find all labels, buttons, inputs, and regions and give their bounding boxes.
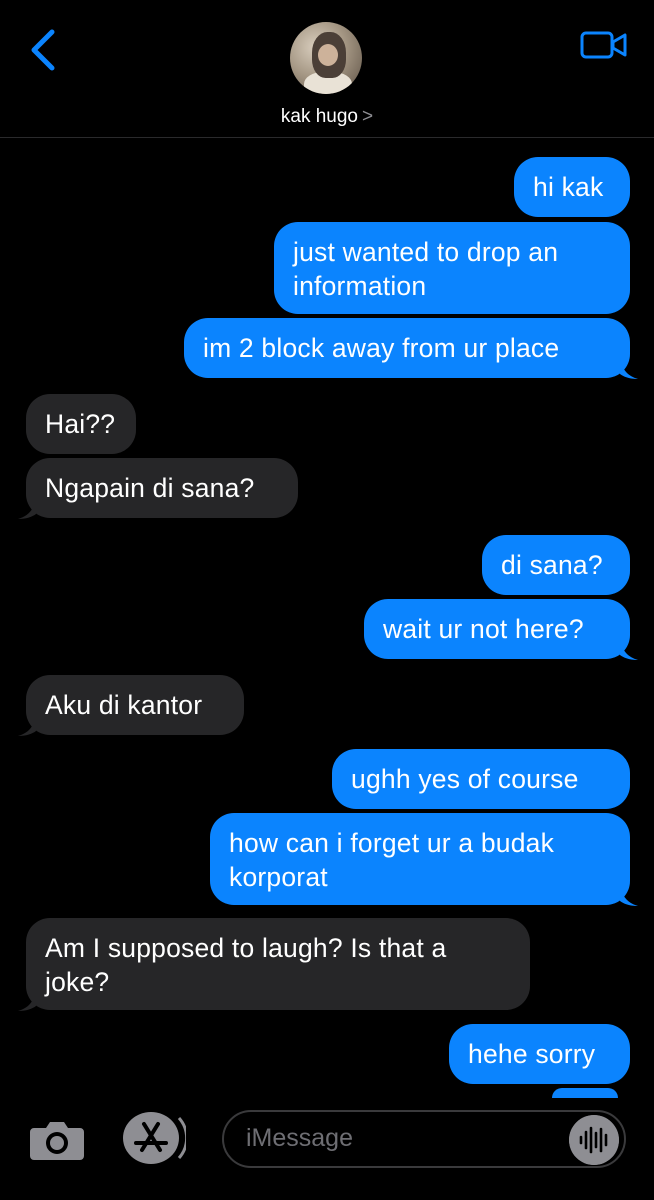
- message-bubble-sent[interactable]: wait ur not here?: [364, 599, 630, 659]
- audio-waveform-icon[interactable]: [569, 1115, 619, 1165]
- bubble-tail: [620, 885, 638, 906]
- message-bubble-sent[interactable]: hi kak: [514, 157, 630, 217]
- message-bubble-sent[interactable]: hehe sorry: [449, 1024, 630, 1084]
- bubble-tail: [18, 990, 36, 1011]
- message-bubble-received[interactable]: Hai??: [26, 394, 136, 454]
- contact-name: kak hugo: [280, 106, 358, 127]
- bubble-tail: [18, 498, 36, 519]
- chevron-right-icon: >: [362, 106, 374, 127]
- chevron-left-icon[interactable]: [26, 28, 66, 72]
- camera-icon[interactable]: [28, 1118, 86, 1162]
- message-bubble-received[interactable]: Ngapain di sana?: [26, 458, 298, 518]
- message-bubble-sent[interactable]: how can i forget ur a budak korporat: [210, 813, 630, 905]
- bubble-tail: [620, 639, 638, 660]
- video-camera-icon[interactable]: [580, 30, 628, 60]
- message-bubble-sent[interactable]: just wanted to drop an information: [274, 222, 630, 314]
- app-store-icon[interactable]: [120, 1110, 186, 1166]
- contact-name-button[interactable]: kak hugo >: [0, 106, 654, 128]
- message-bubble-received[interactable]: Aku di kantor: [26, 675, 244, 735]
- partial-message-bubble: [552, 1088, 618, 1098]
- message-input-placeholder: iMessage: [246, 1124, 353, 1152]
- message-input[interactable]: iMessage: [222, 1110, 626, 1168]
- header-divider: [0, 137, 654, 138]
- bubble-tail: [18, 715, 36, 736]
- message-bubble-sent[interactable]: im 2 block away from ur place: [184, 318, 630, 378]
- bubble-tail: [620, 358, 638, 379]
- message-bubble-sent[interactable]: di sana?: [482, 535, 630, 595]
- message-bubble-sent[interactable]: ughh yes of course: [332, 749, 630, 809]
- message-bubble-received[interactable]: Am I supposed to laugh? Is that a joke?: [26, 918, 530, 1010]
- avatar[interactable]: [290, 22, 362, 94]
- avatar-face: [318, 44, 338, 66]
